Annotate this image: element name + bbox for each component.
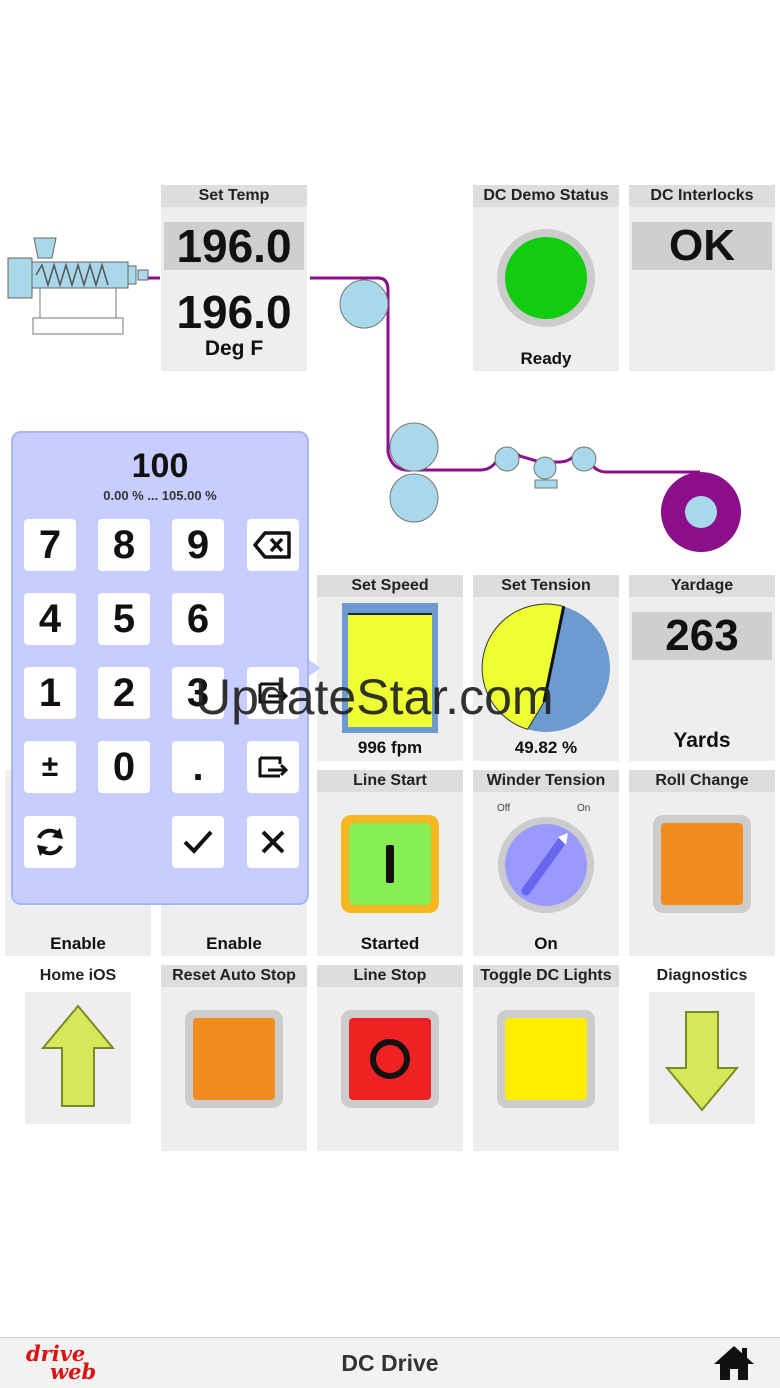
toggle-dc-lights-tile: Toggle DC Lights (473, 965, 619, 1151)
arrow-down-icon (664, 1011, 740, 1112)
home-ios-tile: Home iOS (5, 965, 151, 1151)
roller-1 (339, 279, 389, 329)
refresh-icon (37, 828, 63, 856)
dancer-roller-right (571, 446, 597, 472)
toggle-dc-lights-title: Toggle DC Lights (473, 965, 619, 987)
set-temp-actual: 196.0 (176, 286, 292, 338)
bottom-toolbar: drive web DC Drive (0, 1337, 780, 1388)
key-decimal[interactable]: . (172, 741, 224, 793)
dancer-roller-left (494, 446, 520, 472)
line-stop-tile: Line Stop (317, 965, 463, 1151)
key-enter-next[interactable] (247, 741, 299, 793)
set-tension-value: 49.82 % (514, 738, 578, 757)
set-speed-value: 996 fpm (357, 738, 423, 757)
interlocks-title: DC Interlocks (629, 185, 775, 207)
start-symbol-icon (386, 845, 394, 883)
reset-auto-stop-title: Reset Auto Stop (161, 965, 307, 987)
extruder-graphic (7, 237, 149, 335)
line-start-button[interactable] (341, 815, 439, 913)
yardage-title: Yardage (629, 575, 775, 597)
key-1[interactable]: 1 (24, 667, 76, 719)
key-backspace[interactable] (247, 519, 299, 571)
key-5[interactable]: 5 (98, 593, 150, 645)
checkmark-icon (183, 830, 213, 854)
interlocks-tile: DC Interlocks OK (629, 185, 775, 371)
line-start-state: Started (360, 934, 420, 953)
key-refresh[interactable] (24, 816, 76, 868)
roll-change-button[interactable] (653, 815, 751, 913)
line-start-tile: Line Start Started (317, 770, 463, 956)
key-8[interactable]: 8 (98, 519, 150, 571)
key-6[interactable]: 6 (172, 593, 224, 645)
demo-status-tile: DC Demo Status Ready (473, 185, 619, 371)
dancer-roller-center (533, 456, 557, 480)
line-stop-button[interactable] (341, 1010, 439, 1108)
yardage-value: 263 (632, 612, 772, 660)
diagnostics-title: Diagnostics (656, 967, 748, 984)
key-2[interactable]: 2 (98, 667, 150, 719)
winder-tension-tile: Winder Tension Off On On (473, 770, 619, 956)
line-start-title: Line Start (317, 770, 463, 792)
footer-title: DC Drive (341, 1350, 439, 1376)
line-stop-title: Line Stop (317, 965, 463, 987)
key-cancel[interactable] (247, 816, 299, 868)
winder-on-label: On (577, 803, 591, 814)
key-confirm[interactable] (172, 816, 224, 868)
interlocks-value: OK (632, 222, 772, 270)
set-temp-unit: Deg F (204, 337, 264, 360)
diagnostics-button[interactable] (649, 992, 755, 1124)
status-lamp (497, 229, 595, 327)
diagnostics-tile: Diagnostics (629, 965, 775, 1151)
yardage-unit: Yards (673, 729, 731, 752)
stop-symbol-icon (370, 1039, 410, 1079)
status-lamp-light (505, 237, 587, 319)
keypad-value: 100 (131, 447, 189, 485)
key-0[interactable]: 0 (98, 741, 150, 793)
enable-1-label: Enable (50, 934, 106, 953)
home-ios-title: Home iOS (39, 967, 117, 984)
keypad-range: 0.00 % ... 105.00 % (103, 488, 217, 503)
set-tension-title: Set Tension (473, 575, 619, 597)
close-icon (261, 830, 285, 854)
winder-tension-title: Winder Tension (473, 770, 619, 792)
home-ios-button[interactable] (25, 992, 131, 1124)
set-speed-title: Set Speed (317, 575, 463, 597)
key-4[interactable]: 4 (24, 593, 76, 645)
demo-status-state: Ready (520, 349, 572, 368)
key-9[interactable]: 9 (172, 519, 224, 571)
roll-change-title: Roll Change (629, 770, 775, 792)
roll-change-tile: Roll Change (629, 770, 775, 956)
set-temp-tile: Set Temp 196.0 196.0 Deg F (161, 185, 307, 371)
toggle-dc-lights-button[interactable] (497, 1010, 595, 1108)
winder-off-label: Off (497, 803, 511, 814)
winder-tension-state: On (534, 934, 558, 953)
arrow-up-icon (40, 1004, 116, 1107)
key-plus-minus[interactable]: ± (24, 741, 76, 793)
reset-auto-stop-tile: Reset Auto Stop (161, 965, 307, 1151)
set-temp-title: Set Temp (161, 185, 307, 207)
set-temp-setpoint[interactable]: 196.0 (164, 222, 304, 270)
winder-tension-knob[interactable] (496, 815, 596, 915)
enter-next-icon (258, 756, 289, 778)
backspace-icon (253, 531, 291, 559)
watermark-text: UpdateStar.com (195, 669, 554, 725)
enable-2-label: Enable (206, 934, 262, 953)
demo-status-title: DC Demo Status (473, 185, 619, 207)
yardage-tile: Yardage 263 Yards (629, 575, 775, 761)
key-7[interactable]: 7 (24, 519, 76, 571)
home-icon[interactable] (713, 1344, 755, 1382)
reset-auto-stop-button[interactable] (185, 1010, 283, 1108)
nip-roller-top (389, 422, 439, 472)
nip-roller-bottom (389, 473, 439, 523)
